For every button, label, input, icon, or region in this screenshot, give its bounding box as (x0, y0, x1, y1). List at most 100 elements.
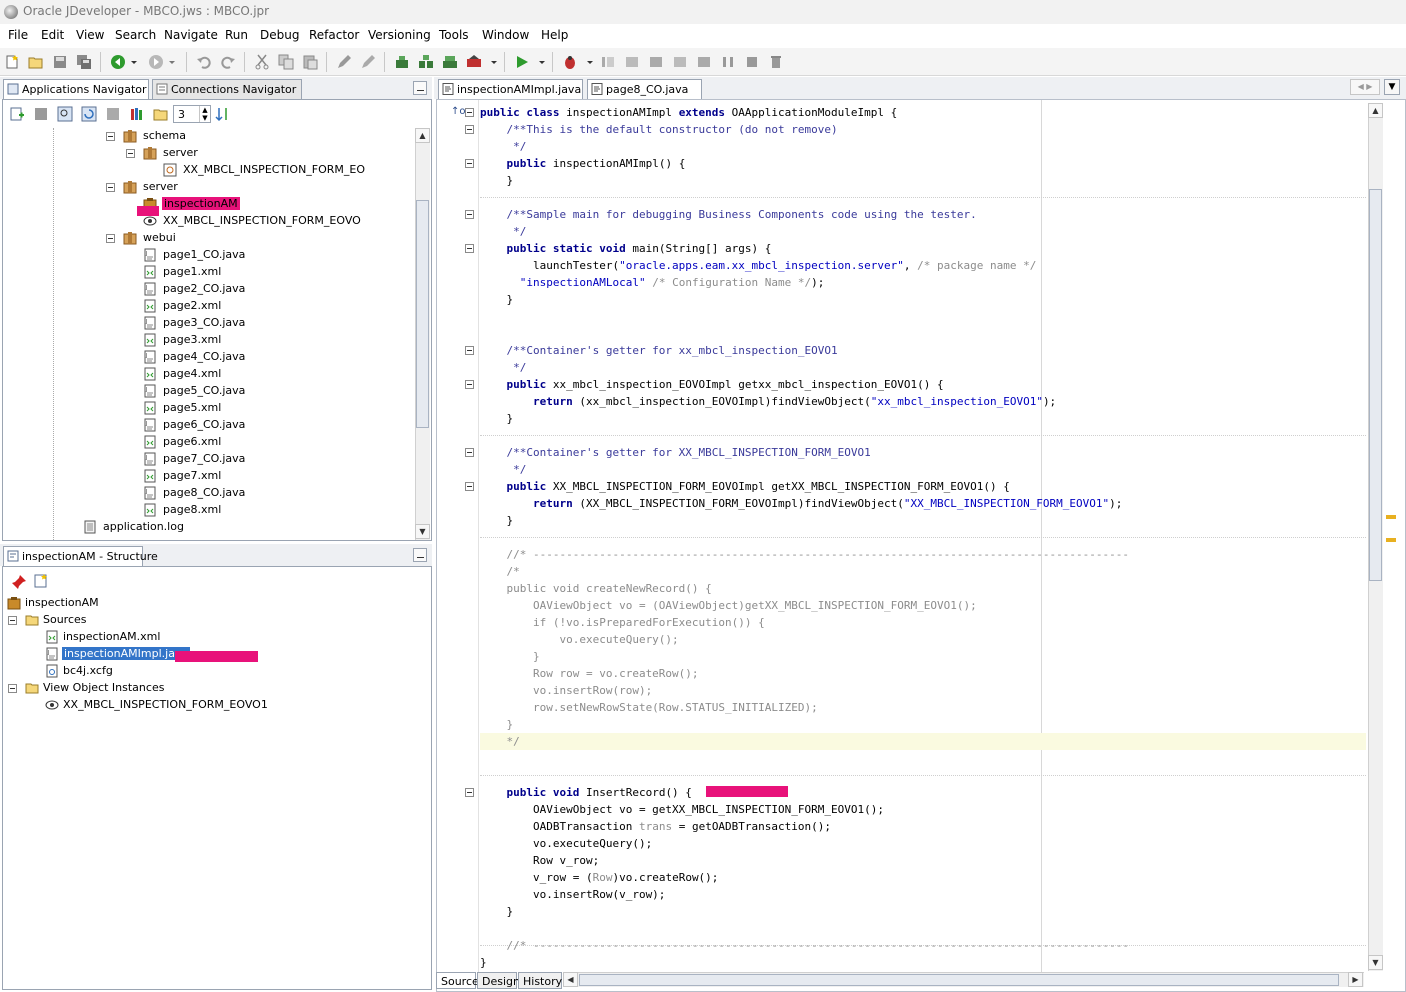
tree-node[interactable]: page1.xml (3, 264, 413, 281)
tab-connections-navigator[interactable]: Connections Navigator (152, 79, 302, 99)
make-icon[interactable] (394, 54, 410, 70)
edit-icon[interactable] (336, 54, 352, 70)
tree-node[interactable]: server (3, 179, 413, 196)
menu-file[interactable]: File (8, 28, 28, 42)
tab-structure[interactable]: inspectionAM - Structure (3, 546, 158, 566)
collapse-toggle-icon[interactable] (8, 684, 17, 693)
minimize-navigator-button[interactable] (413, 81, 427, 95)
structure-node[interactable]: inspectionAM.xml (3, 629, 429, 646)
debug-icon[interactable] (562, 54, 578, 70)
warning-marker[interactable] (1386, 515, 1396, 519)
tree-node[interactable]: inspectionAM (3, 196, 413, 213)
cut-icon[interactable] (254, 54, 270, 70)
editor-horizontal-scrollbar[interactable]: ◀ ▶ (563, 972, 1364, 987)
find-icon[interactable] (57, 106, 73, 122)
tree-node[interactable]: application.log (3, 519, 413, 536)
minimize-structure-button[interactable] (413, 548, 427, 562)
structure-node[interactable]: inspectionAM (3, 595, 429, 612)
level-spinner[interactable]: 3 ▲ ▼ (173, 105, 211, 123)
menu-run[interactable]: Run (225, 28, 248, 42)
structure-node[interactable]: View Object Instances (3, 680, 429, 697)
run-dropdown-icon[interactable] (534, 54, 545, 70)
menu-refactor[interactable]: Refactor (309, 28, 359, 42)
structure-node[interactable]: bc4j.xcfg (3, 663, 429, 680)
warning-marker[interactable] (1386, 538, 1396, 542)
editor-scroll-down-button[interactable]: ▼ (1368, 955, 1383, 970)
tree-node[interactable]: Jpage6_CO.java (3, 417, 413, 434)
scroll-right-button[interactable]: ▶ (1348, 972, 1363, 987)
step-out-icon[interactable] (648, 54, 664, 70)
back-dropdown-icon[interactable] (126, 54, 137, 70)
scroll-thumb[interactable] (416, 200, 429, 428)
folder-icon[interactable] (153, 106, 169, 122)
tab-design[interactable]: Design (477, 972, 520, 989)
menu-debug[interactable]: Debug (260, 28, 299, 42)
back-icon[interactable] (110, 54, 126, 70)
save-all-icon[interactable] (76, 54, 92, 70)
tab-scroll-arrows-icon[interactable]: ◀ ▶ (1350, 79, 1380, 95)
collapse-toggle-icon[interactable] (106, 234, 115, 243)
scroll-up-button[interactable]: ▲ (415, 128, 430, 143)
tree-node[interactable]: Jpage3_CO.java (3, 315, 413, 332)
garbage-collect-icon[interactable] (768, 54, 784, 70)
navigator-vertical-scrollbar[interactable]: ▲ ▼ (415, 128, 430, 540)
editor-vertical-scrollbar[interactable]: ▲ ▼ (1368, 103, 1383, 971)
tree-node[interactable]: XX_MBCL_INSPECTION_FORM_EO (3, 162, 413, 179)
tab-applications-navigator[interactable]: Applications Navigator (3, 79, 149, 99)
collapse-toggle-icon[interactable] (126, 149, 135, 158)
tree-node[interactable]: page7.xml (3, 468, 413, 485)
run-icon[interactable] (514, 54, 530, 70)
paste-icon[interactable] (302, 54, 318, 70)
editor-scroll-up-button[interactable]: ▲ (1368, 103, 1383, 118)
scroll-left-button[interactable]: ◀ (563, 972, 578, 987)
new-file-icon[interactable] (4, 54, 20, 70)
tree-node[interactable]: Jpage2_CO.java (3, 281, 413, 298)
deploy-icon[interactable] (466, 54, 482, 70)
rebuild-icon[interactable] (418, 54, 434, 70)
tree-node[interactable]: page2.xml (3, 298, 413, 315)
tree-node[interactable]: page6.xml (3, 434, 413, 451)
tree-node[interactable]: Jpage8_CO.java (3, 485, 413, 502)
add-to-project-icon[interactable] (9, 106, 25, 122)
library-icon[interactable] (129, 106, 145, 122)
structure-node[interactable]: Sources (3, 612, 429, 629)
tree-node[interactable]: page8.xml (3, 502, 413, 519)
level-spinner-arrows-icon[interactable]: ▲ ▼ (199, 106, 210, 122)
structure-node[interactable]: XX_MBCL_INSPECTION_FORM_EOVO1 (3, 697, 429, 714)
menu-window[interactable]: Window (482, 28, 529, 42)
edit-alt-icon[interactable] (360, 54, 376, 70)
menu-view[interactable]: View (76, 28, 104, 42)
menu-tools[interactable]: Tools (439, 28, 469, 42)
tab-inspectionamimpl-java[interactable]: inspectionAMImpl.java (438, 79, 583, 99)
collapse-toggle-icon[interactable] (8, 616, 17, 625)
menu-search[interactable]: Search (115, 28, 156, 42)
debug-dropdown-icon[interactable] (582, 54, 593, 70)
tree-node[interactable]: schema (3, 128, 413, 145)
stop-icon[interactable] (744, 54, 760, 70)
menu-help[interactable]: Help (541, 28, 568, 42)
tree-node[interactable]: page3.xml (3, 332, 413, 349)
sort-icon[interactable] (215, 106, 231, 122)
step-to-end-icon[interactable] (672, 54, 688, 70)
overrides-marker-icon[interactable]: ↑o (451, 106, 466, 117)
tree-node[interactable]: Jpage4_CO.java (3, 349, 413, 366)
forward-icon[interactable] (148, 54, 164, 70)
tree-node[interactable]: webui (3, 230, 413, 247)
tab-list-dropdown-icon[interactable]: ▼ (1384, 79, 1400, 95)
step-into-icon[interactable] (624, 54, 640, 70)
redo-icon[interactable] (220, 54, 236, 70)
tree-node[interactable]: Jpage1_CO.java (3, 247, 413, 264)
copy-icon[interactable] (278, 54, 294, 70)
filter-icon[interactable] (105, 106, 121, 122)
tree-node[interactable]: Jpage5_CO.java (3, 383, 413, 400)
step-over-icon[interactable] (600, 54, 616, 70)
pin-icon[interactable] (11, 574, 27, 590)
pause-icon[interactable] (720, 54, 736, 70)
tab-page8-co-java[interactable]: page8_CO.java (587, 79, 702, 99)
tree-node[interactable]: XX_MBCL_INSPECTION_FORM_EOVO (3, 213, 413, 230)
tab-source[interactable]: Source (436, 972, 479, 989)
tree-node[interactable]: page4.xml (3, 366, 413, 383)
menu-versioning[interactable]: Versioning (368, 28, 431, 42)
tab-history[interactable]: History (518, 972, 562, 989)
undo-icon[interactable] (196, 54, 212, 70)
